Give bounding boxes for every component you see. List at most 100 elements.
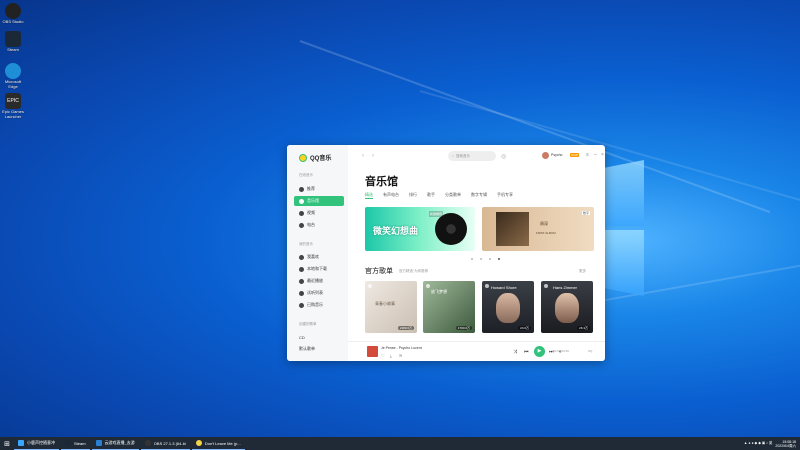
taskbar-item[interactable]: Steam bbox=[61, 437, 90, 450]
vip-badge[interactable]: SVIP bbox=[570, 153, 579, 157]
tab-playlists[interactable]: 分类歌单 bbox=[445, 192, 461, 199]
player-bar: Je Pense - Psycho Lucent ♡ ⤓ ✉ ⤨ ⏮ ▶ ⏭ ◐… bbox=[348, 341, 605, 361]
taskbar-item[interactable]: 小鹿声控随意冲 bbox=[14, 437, 59, 450]
sidebar-section-online: 在线音乐 bbox=[299, 173, 313, 177]
sidebar-item-playlist-default[interactable]: 默认歌单 bbox=[294, 344, 344, 354]
play-icon[interactable] bbox=[544, 284, 548, 288]
steam-icon bbox=[65, 440, 71, 446]
sidebar-item-trial-list[interactable]: 试听列表 bbox=[294, 288, 344, 298]
play-icon[interactable] bbox=[426, 284, 430, 288]
sidebar-item-liked[interactable]: 我喜欢 bbox=[294, 252, 344, 262]
sidebar-section-created: 创建的歌单 bbox=[299, 322, 317, 326]
section-subtitle: 官方精选·为你推荐 bbox=[399, 269, 429, 273]
desktop-icon-label: Microsoft Edge bbox=[4, 79, 22, 89]
comment-icon[interactable]: ✉ bbox=[399, 353, 402, 358]
playlist-card[interactable]: 青春小故事 2189.6万 bbox=[365, 281, 417, 333]
sidebar-item-playlist-cd[interactable]: CD bbox=[294, 332, 344, 342]
sidebar: QQ音乐 在线音乐 推荐 音乐馆 视频 电台 我的音乐 我喜欢 本地和下载 最近… bbox=[287, 145, 348, 361]
search-input[interactable]: ⌕ 搜索音乐 bbox=[448, 151, 496, 161]
playback-time: 00:00/03:29 bbox=[553, 349, 569, 353]
sidebar-item-local-download[interactable]: 本地和下载 bbox=[294, 264, 344, 274]
epic-icon: EPIC bbox=[5, 93, 21, 109]
app-logo: QQ音乐 bbox=[299, 153, 331, 162]
desktop-icon-obs[interactable]: OBS Studio bbox=[2, 3, 24, 24]
taskbar-item-label: 小鹿声控随意冲 bbox=[27, 440, 55, 445]
desktop-icon-steam[interactable]: Steam bbox=[2, 31, 24, 52]
playlist-card[interactable]: 放飞梦想 1700.0万 bbox=[423, 281, 475, 333]
previous-icon[interactable]: ⏮ bbox=[524, 349, 529, 355]
play-button[interactable]: ▶ bbox=[534, 346, 545, 357]
heart-icon bbox=[299, 254, 304, 260]
desktop-icon-epic[interactable]: EPIC Epic Games Launcher bbox=[2, 93, 24, 119]
windows-start-icon[interactable]: ⊞ bbox=[0, 440, 14, 448]
tab-charts[interactable]: 排行 bbox=[409, 192, 417, 199]
windows-wallpaper-logo bbox=[604, 160, 644, 300]
sidebar-item-label: 默认歌单 bbox=[299, 346, 315, 351]
now-playing-title[interactable]: Je Pense - Psycho Lucent bbox=[381, 346, 422, 350]
tab-mobile-exclusive[interactable]: 手机专享 bbox=[497, 192, 513, 199]
quality-badge[interactable]: SQ bbox=[588, 349, 592, 353]
tab-artists[interactable]: 歌手 bbox=[427, 192, 435, 199]
tab-bar: 精选 有声电台 排行 歌手 分类歌单 数字专辑 手机专享 bbox=[365, 192, 513, 199]
taskbar-item-label: OBS 27.1.3 (64-bi bbox=[153, 440, 186, 446]
playlist-card[interactable]: Hans Zimmer 26.3万 bbox=[541, 281, 593, 333]
voice-search-icon[interactable]: ◎ bbox=[501, 153, 506, 160]
play-icon[interactable] bbox=[368, 284, 372, 288]
desktop-icon-edge[interactable]: Microsoft Edge bbox=[2, 63, 24, 89]
sidebar-item-music-hall[interactable]: 音乐馆 bbox=[294, 196, 344, 206]
card-title: 青春小故事 bbox=[375, 301, 395, 306]
taskbar: ⊞ 小鹿声控随意冲 Steam 云游戏直播_去游 OBS 27.1.3 (64-… bbox=[0, 437, 800, 450]
sidebar-item-video[interactable]: 视频 bbox=[294, 208, 344, 218]
sidebar-item-recent[interactable]: 最近播放 bbox=[294, 276, 344, 286]
app-logo-text: QQ音乐 bbox=[310, 156, 332, 162]
taskbar-item[interactable]: Don't Leave Me (p... bbox=[191, 437, 245, 450]
taskbar-item[interactable]: 云游戏直播_去游 bbox=[91, 437, 139, 450]
tab-digital-albums[interactable]: 数字专辑 bbox=[471, 192, 487, 199]
sidebar-item-purchased[interactable]: 已购音乐 bbox=[294, 300, 344, 310]
banner-artist: 周深 bbox=[540, 221, 548, 226]
tray-icons[interactable]: ▲ ● ● ◆ ◆ ▣ ♪ 英 bbox=[744, 441, 772, 446]
artist-photo bbox=[555, 293, 579, 323]
tab-audio-radio[interactable]: 有声电台 bbox=[383, 192, 399, 199]
like-icon[interactable]: ♡ bbox=[381, 353, 385, 358]
section-title: 官方歌单 bbox=[365, 268, 393, 275]
sidebar-item-label: 推荐 bbox=[307, 186, 315, 191]
shuffle-icon[interactable]: ⤨ bbox=[513, 349, 517, 355]
now-playing-cover[interactable] bbox=[367, 346, 378, 357]
clock[interactable]: 15:08:18 2022/6/4周六 bbox=[775, 440, 796, 448]
close-icon[interactable]: × bbox=[601, 152, 604, 158]
carousel-dots[interactable] bbox=[471, 258, 500, 260]
avatar[interactable] bbox=[542, 152, 549, 159]
play-count: 24.6万 bbox=[518, 326, 531, 330]
video-icon bbox=[299, 210, 304, 216]
obs-icon bbox=[5, 3, 21, 19]
edge-icon bbox=[95, 440, 102, 446]
sidebar-item-radio[interactable]: 电台 bbox=[294, 220, 344, 230]
vinyl-disc-icon bbox=[435, 213, 467, 245]
playlist-card[interactable]: Howard Shore 24.6万 bbox=[482, 281, 534, 333]
sidebar-item-label: 已购音乐 bbox=[307, 302, 323, 307]
menu-icon[interactable]: ≡ bbox=[586, 152, 589, 158]
taskbar-item[interactable]: OBS 27.1.3 (64-bi bbox=[140, 437, 190, 450]
play-icon[interactable] bbox=[485, 284, 489, 288]
user-name[interactable]: Psycho bbox=[551, 153, 562, 157]
sidebar-item-label: CD bbox=[299, 334, 305, 340]
forward-arrow-icon[interactable]: › bbox=[372, 153, 374, 159]
qq-music-logo-icon bbox=[299, 153, 307, 162]
card-title: Hans Zimmer bbox=[553, 285, 578, 290]
search-placeholder: 搜索音乐 bbox=[455, 153, 470, 158]
tab-featured[interactable]: 精选 bbox=[365, 192, 373, 199]
desktop-icon-label: Steam bbox=[7, 47, 19, 52]
sidebar-section-mine: 我的音乐 bbox=[299, 242, 313, 246]
back-arrow-icon[interactable]: ‹ bbox=[362, 153, 364, 159]
more-link[interactable]: 更多 bbox=[579, 269, 586, 274]
play-count: 1700.0万 bbox=[455, 326, 472, 330]
sidebar-item-recommend[interactable]: 推荐 bbox=[294, 184, 344, 194]
topbar: ‹ › ⌕ 搜索音乐 ◎ Psycho SVIP ≡ – × bbox=[348, 145, 605, 167]
download-icon[interactable]: ⤓ bbox=[390, 353, 392, 358]
download-icon bbox=[299, 266, 304, 272]
play-count: 2189.6万 bbox=[397, 326, 414, 330]
banner-album[interactable]: 周深 FIRST ALBUM 数字 bbox=[482, 207, 594, 251]
minimize-icon[interactable]: – bbox=[594, 152, 597, 158]
banner-new-song[interactable]: 新歌推荐 微笑幻想曲 bbox=[365, 207, 475, 251]
